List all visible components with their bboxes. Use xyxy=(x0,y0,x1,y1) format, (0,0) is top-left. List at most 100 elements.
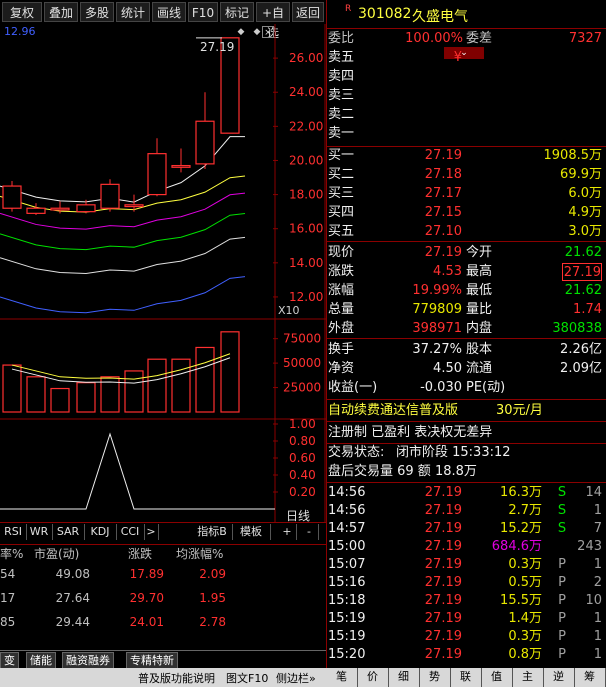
tick-row[interactable]: 15:19 27.19 1.4万 P 1 xyxy=(326,610,606,628)
bid-volume: 6.0万 xyxy=(568,186,602,201)
ind-tick-label: 1.00 xyxy=(289,417,316,431)
ask-label: 卖五 xyxy=(328,50,355,65)
stats-button[interactable]: 统计 xyxy=(116,2,150,22)
ind-tick-label: 0.80 xyxy=(289,434,316,448)
ask-price[interactable] xyxy=(408,106,462,124)
stat-label: 最高 xyxy=(466,264,493,279)
ma-label: 12.96 xyxy=(4,25,36,38)
moving-average-line xyxy=(0,236,246,274)
tick-price: 27.19 xyxy=(424,521,462,536)
moving-average-line xyxy=(0,276,246,314)
tab-indicator-b[interactable]: 指标B xyxy=(192,524,233,540)
tick-row[interactable]: 14:57 27.19 15.2万 S 7 xyxy=(326,520,606,538)
add-watchlist-button[interactable]: +自选 xyxy=(256,2,290,40)
detail-tab[interactable]: 筹 xyxy=(574,668,606,687)
promo-price[interactable]: 30元/月 xyxy=(496,402,543,420)
tab-cci[interactable]: CCI xyxy=(116,524,145,540)
tick-row[interactable]: 15:16 27.19 0.5万 P 2 xyxy=(326,574,606,592)
sector-tab-bian[interactable]: 变 xyxy=(0,652,19,669)
candle-body xyxy=(50,207,70,211)
table-row[interactable]: 85 29.44 24.01 2.78 xyxy=(0,615,326,635)
kline-chart[interactable]: 26.00 24.00 22.00 20.00 18.00 16.00 14.00 12.00… xyxy=(0,24,326,524)
tab-kdj[interactable]: KDJ xyxy=(84,524,117,540)
tick-side: P xyxy=(558,629,566,644)
bid-price[interactable]: 27.10 xyxy=(408,223,462,241)
bid-price[interactable]: 27.15 xyxy=(408,204,462,222)
detail-tab[interactable]: 价 xyxy=(357,668,389,687)
tick-row[interactable]: 15:00 27.19 684.6万 243 xyxy=(326,538,606,556)
detail-tab[interactable]: 主 xyxy=(512,668,544,687)
tick-time: 15:19 xyxy=(328,629,366,644)
tick-count: 1 xyxy=(593,503,602,518)
bid-price[interactable]: 27.18 xyxy=(408,166,462,184)
candle-body xyxy=(2,185,22,209)
table-cell: 1.95 xyxy=(199,591,226,605)
ask-label: 卖四 xyxy=(328,69,355,84)
candle-body xyxy=(147,153,167,196)
detail-tab[interactable]: 笔 xyxy=(326,668,358,687)
moving-average-line xyxy=(0,175,246,213)
table-cell: 17.89 xyxy=(129,567,164,581)
sector-tab-margin[interactable]: 融资融券 xyxy=(62,652,114,669)
detail-tab[interactable]: 势 xyxy=(419,668,451,687)
fq-button[interactable]: 复权 xyxy=(2,2,42,22)
zoom-in-button[interactable]: + xyxy=(278,524,297,540)
volume-bar xyxy=(171,358,191,413)
tick-row[interactable]: 14:56 27.19 2.7万 S 1 xyxy=(326,502,606,520)
f10-button[interactable]: F10 xyxy=(188,2,218,22)
tick-count: 2 xyxy=(593,575,602,590)
zoom-out-button[interactable]: - xyxy=(300,524,319,540)
ask-price[interactable]: ¥ xyxy=(408,49,462,67)
bid-price[interactable]: 27.17 xyxy=(408,185,462,203)
ask-price[interactable] xyxy=(408,125,462,143)
draw-button[interactable]: 画线 xyxy=(152,2,186,22)
mark-button[interactable]: 标记 xyxy=(220,2,254,22)
sidebar-link[interactable]: 侧边栏» xyxy=(276,670,316,686)
ind-tick-label: 0.20 xyxy=(289,485,316,499)
tick-row[interactable]: 15:18 27.19 15.5万 P 10 xyxy=(326,592,606,610)
overlay-button[interactable]: 叠加 xyxy=(44,2,78,22)
close-icon[interactable]: × xyxy=(262,26,274,38)
table-row[interactable]: 54 49.08 17.89 2.09 xyxy=(0,567,326,587)
tick-row[interactable]: 14:56 27.19 16.3万 S 14 xyxy=(326,484,606,502)
table-row[interactable]: 17 27.64 29.70 1.95 xyxy=(0,591,326,611)
table-cell: 29.44 xyxy=(55,615,90,629)
detail-tab[interactable]: 逆 xyxy=(543,668,575,687)
tick-price: 27.19 xyxy=(424,629,462,644)
diamond-icon[interactable]: ◆ xyxy=(236,27,246,37)
tick-volume: 15.2万 xyxy=(500,521,542,536)
bid-price[interactable]: 27.19 xyxy=(408,147,462,165)
tab-wr[interactable]: WR xyxy=(26,524,53,540)
back-button[interactable]: 返回 xyxy=(292,2,324,22)
ask-price[interactable] xyxy=(408,87,462,105)
tick-row[interactable]: 15:20 27.19 0.8万 P 1 xyxy=(326,646,606,664)
table-header: 率% 市盈(动) 涨跌 均涨幅% xyxy=(0,545,326,563)
tab-template[interactable]: 模板 xyxy=(232,524,271,540)
help-link[interactable]: 普及版功能说明 xyxy=(138,670,215,686)
tab-sar[interactable]: SAR xyxy=(52,524,85,540)
stat-value xyxy=(520,379,602,397)
tab-rsi[interactable]: RSI xyxy=(0,524,27,540)
detail-tab[interactable]: 值 xyxy=(481,668,513,687)
detail-tab[interactable]: 细 xyxy=(388,668,420,687)
ask-price[interactable] xyxy=(408,68,462,86)
tick-side: S xyxy=(557,485,567,500)
detail-tab[interactable]: 联 xyxy=(450,668,482,687)
tick-price: 27.19 xyxy=(424,575,462,590)
diamond-icon[interactable]: ◆ xyxy=(252,27,262,37)
stat-label: 现价 xyxy=(328,245,355,260)
indicator-line xyxy=(0,432,275,510)
bid-volume: 1908.5万 xyxy=(543,148,603,163)
tick-row[interactable]: 15:07 27.19 0.3万 P 1 xyxy=(326,556,606,574)
sector-tab-storage[interactable]: 储能 xyxy=(26,652,56,669)
tick-row[interactable]: 15:19 27.19 0.3万 P 1 xyxy=(326,628,606,646)
tab-more[interactable]: > xyxy=(144,524,159,540)
sector-tab-specialized[interactable]: 专精特新 xyxy=(126,652,178,669)
y-tick-label: 20.00 xyxy=(289,153,323,167)
promo-text[interactable]: 自动续费通达信普及版 xyxy=(328,402,458,420)
multi-stock-button[interactable]: 多股 xyxy=(80,2,114,22)
f10-link[interactable]: 图文F10 xyxy=(226,670,268,686)
tick-count: 7 xyxy=(593,521,602,536)
volume-bar xyxy=(195,346,215,413)
stock-code: 301082 xyxy=(358,6,412,22)
